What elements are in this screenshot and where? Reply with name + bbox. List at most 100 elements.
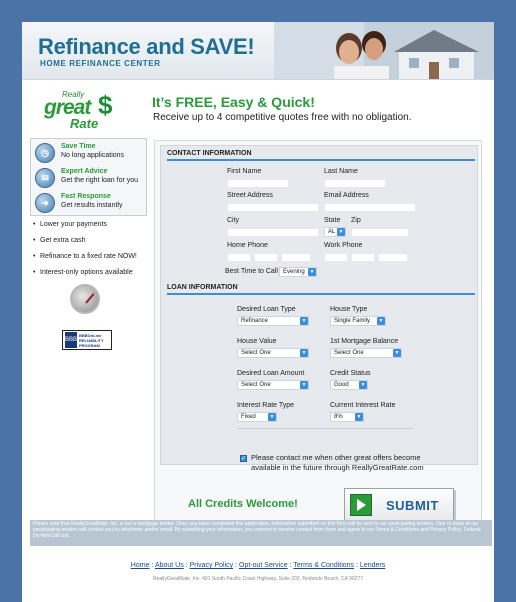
footer-links: Home : About Us : Privacy Policy : Opt-o… <box>130 562 386 569</box>
desired-amount-select[interactable]: Select One ▼ <box>237 380 309 390</box>
chevron-down-icon: ▼ <box>355 413 363 421</box>
house-couple-photo <box>274 22 494 79</box>
last-name-input[interactable] <box>324 179 386 188</box>
header-title: Refinance and SAVE! <box>38 34 255 59</box>
loan-heading: LOAN INFORMATION <box>167 284 238 291</box>
bbb-text: BBBOnLine RELIABILITY PROGRAM <box>79 332 104 348</box>
footer-link-privacy[interactable]: Privacy Policy <box>190 562 234 569</box>
feature-title: Save Time <box>61 143 96 150</box>
street-label: Street Address <box>227 192 273 199</box>
disclaimer-text: Please note that ReallyGreatRate, Inc. i… <box>30 520 492 546</box>
divider <box>237 428 413 429</box>
desired-amount-value: Select One <box>241 382 271 388</box>
home-phone-area-input[interactable] <box>227 253 251 262</box>
chevron-down-icon: ▼ <box>300 381 308 389</box>
logo-rate: Rate <box>70 116 99 131</box>
footer-link-lenders[interactable]: Lenders <box>360 562 385 569</box>
home-phone-label: Home Phone <box>227 242 268 249</box>
current-rate-value: 8% <box>334 414 343 420</box>
chevron-down-icon: ▼ <box>377 317 385 325</box>
email-label: Email Address <box>324 192 369 199</box>
feature-desc: No long applications <box>61 152 125 159</box>
work-phone-line-input[interactable] <box>378 253 408 262</box>
chevron-down-icon: ▼ <box>359 381 367 389</box>
house-value-select[interactable]: Select One ▼ <box>237 348 309 358</box>
credit-status-label: Credit Status <box>330 370 371 377</box>
credit-status-value: Good <box>334 382 349 388</box>
quote-form: CONTACT INFORMATION First Name Last Name… <box>160 145 478 465</box>
feature-expert-advice: ✉ Expert Advice Get the right loan for y… <box>35 167 145 191</box>
current-rate-select[interactable]: 8% ▼ <box>330 412 364 422</box>
bbb-online-badge[interactable]: BBB BBBOnLine RELIABILITY PROGRAM <box>62 330 112 350</box>
logo-dollar: $ <box>98 90 113 120</box>
promo-title: It’s FREE, Easy & Quick! <box>152 94 315 110</box>
desired-amount-label: Desired Loan Amount <box>237 370 305 377</box>
list-item: Refinance to a fixed rate NOW! <box>30 252 148 268</box>
house-type-select[interactable]: Single Family ▼ <box>330 316 386 326</box>
chevron-down-icon: ▼ <box>393 349 401 357</box>
desired-loan-type-label: Desired Loan Type <box>237 306 296 313</box>
state-value: AL <box>328 229 336 235</box>
feature-title: Fast Response <box>61 193 111 200</box>
house-type-value: Single Family <box>334 318 371 324</box>
response-icon: ➜ <box>35 193 55 213</box>
email-input[interactable] <box>324 203 416 212</box>
last-name-label: Last Name <box>324 168 358 175</box>
house-value-value: Select One <box>241 350 271 356</box>
footer-link-home[interactable]: Home <box>131 562 150 569</box>
best-time-label: Best Time to Call <box>225 268 278 275</box>
state-select[interactable]: AL ▼ <box>324 227 346 237</box>
feature-desc: Get the right loan for you <box>61 177 139 184</box>
best-time-select[interactable]: Evening ▼ <box>279 267 317 277</box>
work-phone-prefix-input[interactable] <box>351 253 375 262</box>
list-item: Interest-only options available <box>30 268 148 284</box>
footer-link-terms[interactable]: Terms & Conditions <box>293 562 354 569</box>
home-phone-line-input[interactable] <box>281 253 311 262</box>
home-phone-prefix-input[interactable] <box>254 253 278 262</box>
zip-label: Zip <box>351 217 361 224</box>
first-mortgage-select[interactable]: Select One ▼ <box>330 348 402 358</box>
street-input[interactable] <box>227 203 319 212</box>
benefits-list: Lower your payments Get extra cash Refin… <box>30 220 148 284</box>
house-type-label: House Type <box>330 306 368 313</box>
credit-status-select[interactable]: Good ▼ <box>330 380 368 390</box>
play-arrow-icon <box>350 494 372 516</box>
divider <box>167 159 475 161</box>
chevron-down-icon: ▼ <box>337 228 345 236</box>
consent-checkbox[interactable]: ✓ <box>240 455 247 462</box>
state-label: State <box>324 217 341 224</box>
footer-link-opt-out[interactable]: Opt-out Service <box>239 562 288 569</box>
rate-gauge-icon <box>70 284 100 314</box>
submit-label: SUBMIT <box>386 497 439 513</box>
rate-type-select[interactable]: Fixed ▼ <box>237 412 277 422</box>
zip-input[interactable] <box>351 228 409 237</box>
desired-loan-type-value: Refinance <box>241 318 269 324</box>
work-phone-label: Work Phone <box>324 242 363 249</box>
credits-welcome-text: All Credits Welcome! <box>188 498 298 510</box>
list-item: Lower your payments <box>30 220 148 236</box>
best-time-value: Evening <box>283 269 305 275</box>
quote-form-panel: CONTACT INFORMATION First Name Last Name… <box>154 140 482 530</box>
first-mortgage-value: Select One <box>334 350 364 356</box>
contact-heading: CONTACT INFORMATION <box>167 150 252 157</box>
feature-save-time: ◷ Save Time No long applications <box>35 142 145 166</box>
divider <box>167 293 475 295</box>
header-banner: Refinance and SAVE! HOME REFINANCE CENTE… <box>22 22 494 80</box>
rate-type-value: Fixed <box>241 414 256 420</box>
city-label: City <box>227 217 240 224</box>
work-phone-area-input[interactable] <box>324 253 348 262</box>
first-name-input[interactable] <box>227 179 289 188</box>
city-input[interactable] <box>227 228 319 237</box>
submit-button[interactable]: SUBMIT <box>344 488 454 522</box>
footer-link-about[interactable]: About Us <box>155 562 184 569</box>
chevron-down-icon: ▼ <box>300 349 308 357</box>
chevron-down-icon: ▼ <box>308 268 316 276</box>
promo-subtitle: Receive up to 4 competitive quotes free … <box>153 112 412 123</box>
feature-title: Expert Advice <box>61 168 108 175</box>
current-rate-label: Current Interest Rate <box>330 402 396 409</box>
really-great-rate-logo[interactable]: Really great $ Rate <box>44 90 122 134</box>
features-box: ◷ Save Time No long applications ✉ Exper… <box>30 138 147 216</box>
header-subtitle: HOME REFINANCE CENTER <box>40 59 161 68</box>
desired-loan-type-select[interactable]: Refinance ▼ <box>237 316 309 326</box>
chevron-down-icon: ▼ <box>268 413 276 421</box>
